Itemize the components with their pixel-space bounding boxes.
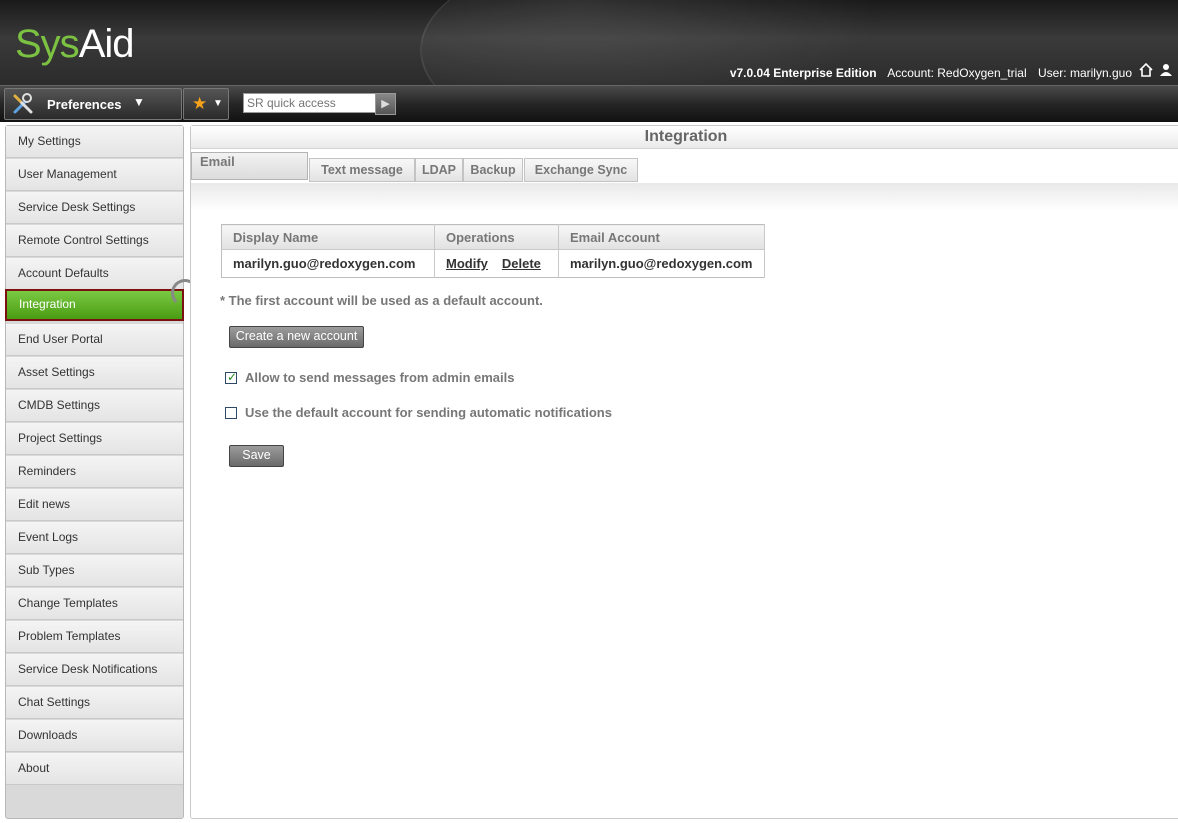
default-notifications-label: Use the default account for sending auto… [245,405,612,420]
sidebar-item-asset-settings[interactable]: Asset Settings [6,357,183,389]
sidebar-item-end-user-portal[interactable]: End User Portal [6,324,183,356]
save-button[interactable]: Save [229,445,284,467]
check-icon: ✓ [227,370,238,384]
sidebar-item-remote-control-settings[interactable]: Remote Control Settings [6,225,183,257]
cell-display-name: marilyn.guo@redoxygen.com [221,249,435,278]
create-account-button[interactable]: Create a new account [229,326,364,348]
sidebar-item-service-desk-settings[interactable]: Service Desk Settings [6,192,183,224]
app-header: SysAid v7.0.04 Enterprise Edition Accoun… [0,0,1178,85]
default-account-note: * The first account will be used as a de… [220,293,543,308]
sidebar-item-service-desk-notifications[interactable]: Service Desk Notifications [6,654,183,686]
tab-email[interactable]: Email [191,152,308,180]
tools-icon [13,93,33,114]
preferences-label: Preferences [47,97,122,112]
account-info: v7.0.04 Enterprise Edition Account: RedO… [730,66,1132,80]
sidebar-item-reminders[interactable]: Reminders [6,456,183,488]
delete-link[interactable]: Delete [502,256,541,271]
sidebar-item-integration[interactable]: Integration [5,289,184,321]
modify-link[interactable]: Modify [446,256,488,271]
user-profile-icon[interactable] [1158,63,1174,79]
default-notifications-checkbox[interactable] [225,407,237,419]
col-display-name: Display Name [221,224,435,250]
sidebar-item-downloads[interactable]: Downloads [6,720,183,752]
main-panel: Integration Email Text message LDAP Back… [190,125,1178,819]
sidebar-item-chat-settings[interactable]: Chat Settings [6,687,183,719]
col-email-account: Email Account [558,224,765,250]
home-icon[interactable] [1138,62,1154,79]
table-row: marilyn.guo@redoxygen.com Modify Delete m… [221,249,765,278]
sidebar-item-about[interactable]: About [6,753,183,785]
sidebar-item-edit-news[interactable]: Edit news [6,489,183,521]
favorites-menu-button[interactable]: ★ ▼ [183,88,229,120]
integration-tabs: Email Text message LDAP Backup Exchange … [191,152,1178,183]
sidebar-item-sub-types[interactable]: Sub Types [6,555,183,587]
cell-operations: Modify Delete [434,249,559,278]
sysaid-logo[interactable]: SysAid [15,22,134,67]
sr-quick-access-input[interactable] [243,93,379,113]
table-header-row: Display Name Operations Email Account [221,224,765,250]
sr-go-arrow-icon[interactable]: ▶ [375,93,396,115]
tab-exchange-sync[interactable]: Exchange Sync [524,158,638,182]
email-accounts-table: Display Name Operations Email Account ma… [221,224,765,278]
user-label: User: marilyn.guo [1037,66,1132,80]
header-icons [1138,62,1174,79]
star-icon: ★ [192,94,208,113]
chevron-down-icon: ▼ [133,95,145,109]
main-toolbar: Preferences ▼ ★ ▼ ▶ [0,85,1178,122]
account-label: Account: RedOxygen_trial [887,66,1027,80]
tab-text-message[interactable]: Text message [309,158,415,182]
admin-emails-checkbox[interactable]: ✓ [225,370,238,384]
sidebar-item-cmdb-settings[interactable]: CMDB Settings [6,390,183,422]
sidebar-item-account-defaults[interactable]: Account Defaults [6,258,183,290]
cell-email-account: marilyn.guo@redoxygen.com [558,249,765,278]
admin-emails-label: Allow to send messages from admin emails [245,370,515,385]
tab-content-top [191,183,1178,211]
sidebar-item-problem-templates[interactable]: Problem Templates [6,621,183,653]
sidebar-item-event-logs[interactable]: Event Logs [6,522,183,554]
preferences-menu-button[interactable]: Preferences ▼ [4,88,182,120]
tab-backup[interactable]: Backup [463,158,523,182]
version-label: v7.0.04 Enterprise Edition [729,66,877,80]
sidebar-item-my-settings[interactable]: My Settings [6,126,183,158]
sidebar-item-change-templates[interactable]: Change Templates [6,588,183,620]
preferences-sidebar: My Settings User Management Service Desk… [5,125,199,819]
tab-ldap[interactable]: LDAP [415,158,463,182]
col-operations: Operations [434,224,559,250]
sidebar-item-user-management[interactable]: User Management [6,159,183,191]
sidebar-item-project-settings[interactable]: Project Settings [6,423,183,455]
page-title: Integration [191,126,1178,149]
chevron-down-icon: ▼ [213,98,223,109]
